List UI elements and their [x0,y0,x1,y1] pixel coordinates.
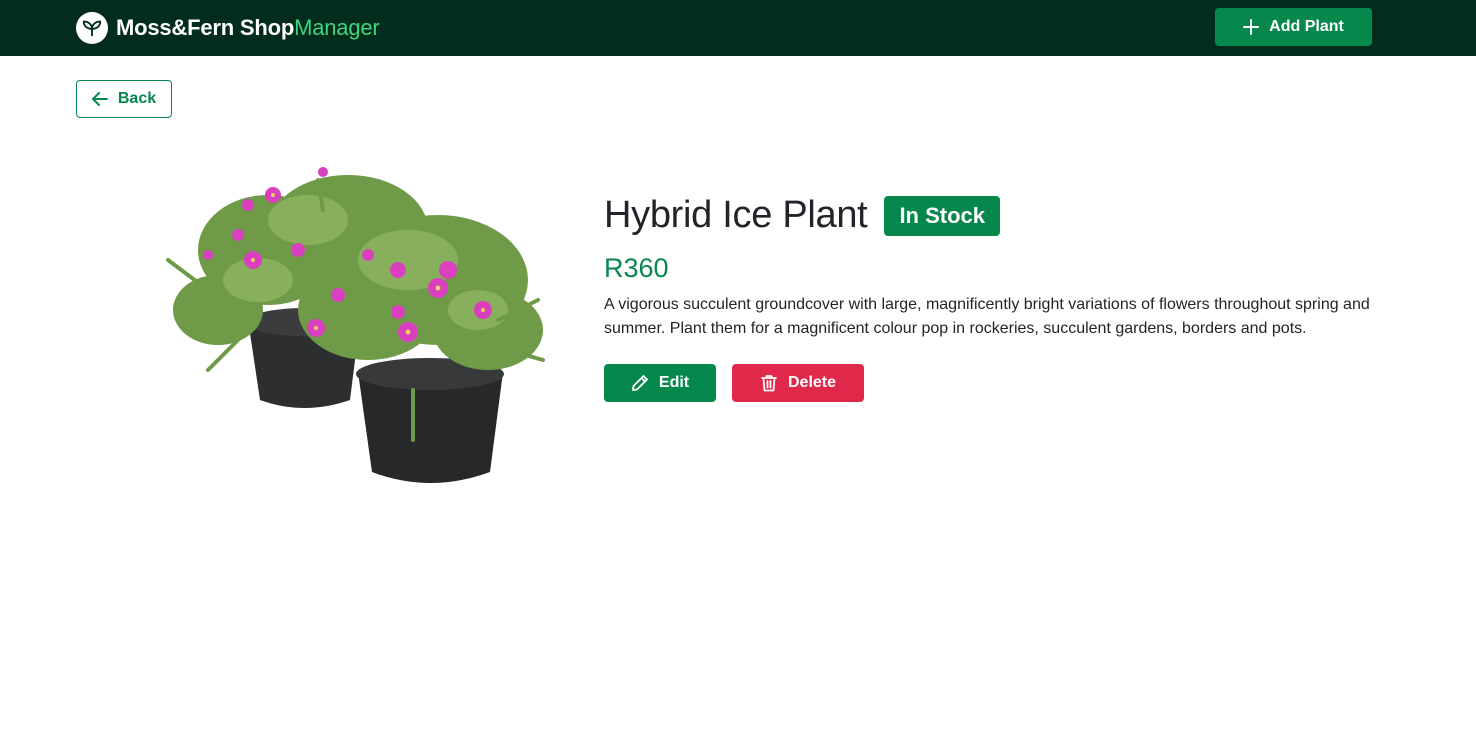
arrow-left-icon [91,92,108,106]
brand-name: Moss&Fern Shop [116,14,295,40]
product-name: Hybrid Ice Plant [604,194,868,236]
delete-label: Delete [787,374,837,391]
brand-name-accent: Manager [294,14,380,40]
product-description: A vigorous succulent groundcover with la… [604,296,1370,337]
brand-link[interactable]: Moss&Fern Shop Manager [76,11,380,44]
pencil-icon [631,375,648,391]
back-button[interactable]: Back [76,80,172,118]
stock-status-badge: In Stock [884,195,1001,236]
product-image [148,160,560,495]
add-plant-label: Add Plant [1269,18,1344,35]
leaf-icon [76,11,108,44]
navbar: Moss&Fern Shop Manager Add Plant [0,0,1476,56]
add-plant-button[interactable]: Add Plant [1215,8,1372,46]
product-title-row: Hybrid Ice Plant In Stock [604,194,1001,237]
back-label: Back [117,90,157,107]
edit-button[interactable]: Edit [604,364,716,402]
trash-icon [761,375,777,392]
product-price: R360 [604,253,669,283]
delete-button[interactable]: Delete [732,364,864,402]
edit-label: Edit [658,374,690,391]
plus-icon [1243,19,1260,35]
